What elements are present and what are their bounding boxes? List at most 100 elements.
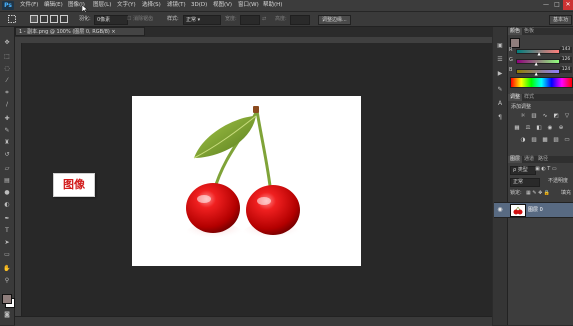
threshold-icon[interactable]: ▩ [540,136,550,144]
color-balance-icon[interactable]: ⚖ [523,124,533,132]
blue-slider-thumb[interactable]: ▲ [535,71,538,76]
close-tab-icon[interactable]: × [111,29,115,35]
document-tab[interactable]: 1 - 副本.png @ 100% (图层 0, RGB/8) × [15,27,145,36]
swap-icon[interactable]: ⇄ [262,15,266,23]
history-panel-icon[interactable]: ▣ [495,41,505,50]
dodge-tool-icon[interactable]: ◐ [2,200,12,209]
menu-layer[interactable]: 图层(L) [93,0,111,11]
eyedropper-icon[interactable]: ∕ [2,100,12,109]
lock-label: 锁定: [510,190,522,196]
path-select-icon[interactable]: ➤ [2,238,12,247]
feather-input[interactable]: 0像素 [94,15,128,25]
tab-swatches[interactable]: 色板 [522,28,536,35]
levels-icon[interactable]: ▥ [529,112,539,120]
green-track[interactable] [516,59,560,64]
menu-view[interactable]: 视图(V) [213,0,232,11]
menu-window[interactable]: 窗口(W) [238,0,259,11]
move-tool-icon[interactable]: ✥ [2,38,12,47]
menu-type[interactable]: 文字(Y) [117,0,136,11]
slider-green[interactable]: G ▲ 126 [508,57,573,66]
visibility-eye-icon[interactable]: ◉ [496,206,504,214]
hand-tool-icon[interactable]: ✋ [2,264,12,273]
refine-edge-button[interactable]: 调整边缘... [318,15,351,25]
close-window-button[interactable]: ✕ [563,0,573,10]
layer-thumbnail [510,204,526,217]
blur-tool-icon[interactable]: ● [2,188,12,197]
exposure-icon[interactable]: ◩ [551,112,561,120]
tab-paths[interactable]: 路径 [536,156,550,163]
menu-help[interactable]: 帮助(H) [263,0,282,11]
slider-red[interactable]: R ▲ 143 [508,47,573,56]
blue-value[interactable]: 124 [560,67,572,73]
tab-styles[interactable]: 样式 [522,94,536,101]
type-tool-icon[interactable]: T [2,226,12,235]
crop-tool-icon[interactable]: ⌗ [2,88,12,97]
photo-filter-icon[interactable]: ◉ [545,124,555,132]
maximize-button[interactable]: □ [552,0,562,10]
vibrance-icon[interactable]: ▽ [562,112,572,120]
shape-tool-icon[interactable]: ▭ [2,250,12,259]
marquee-tool-icon[interactable]: ⬚ [2,52,12,61]
character-panel-icon[interactable]: A [495,99,505,108]
layer-row[interactable]: ◉ 图层 0 [494,202,573,218]
brush-panel-icon[interactable]: ✎ [495,85,505,94]
antialias-checkbox[interactable]: ☐ 消除锯齿 [127,15,153,23]
green-slider-thumb[interactable]: ▲ [535,61,538,66]
gradient-map-icon[interactable]: ▭ [562,136,572,144]
document-canvas[interactable] [132,96,361,266]
filter-icons[interactable]: ▣ ◐ T ▭ [535,166,557,173]
fill-label: 填充 [561,190,572,196]
menu-select[interactable]: 选择(S) [142,0,161,11]
tab-color[interactable]: 颜色 [508,28,523,35]
clone-stamp-icon[interactable]: ♜ [2,138,12,147]
red-value[interactable]: 143 [560,47,572,53]
pen-tool-icon[interactable]: ✒ [2,214,12,223]
height-input[interactable] [290,15,310,25]
black-white-icon[interactable]: ◧ [534,124,544,132]
marquee-tool-icon[interactable] [8,15,16,23]
lock-icons[interactable]: ▦ ✎ ✥ 🔒 [526,190,550,197]
menu-edit[interactable]: 编辑(E) [44,0,63,11]
actions-panel-icon[interactable]: ▶ [495,69,505,78]
height-label: 高度: [275,16,287,22]
red-slider-thumb[interactable]: ▲ [538,51,541,56]
posterize-icon[interactable]: ▨ [529,136,539,144]
tab-layers[interactable]: 图层 [508,156,523,163]
tab-channels[interactable]: 通道 [522,156,536,163]
menu-3d[interactable]: 3D(D) [191,0,207,11]
quick-mask-icon[interactable]: ◙ [2,310,12,319]
selective-color-icon[interactable]: ▧ [551,136,561,144]
color-spectrum[interactable] [510,77,573,88]
workspace-button[interactable]: 基本功 [549,15,573,25]
blend-mode-select[interactable]: 正常 [510,178,540,187]
minimize-button[interactable]: — [541,0,551,10]
blue-track[interactable] [516,69,560,74]
menu-file[interactable]: 文件(F) [20,0,38,11]
history-brush-icon[interactable]: ↺ [2,150,12,159]
menu-filter[interactable]: 滤镜(T) [167,0,186,11]
paragraph-panel-icon[interactable]: ¶ [495,113,505,122]
lasso-tool-icon[interactable]: ◌ [2,64,12,73]
width-input[interactable] [240,15,260,25]
style-value: 正常 [186,17,197,23]
layer-filter-select[interactable]: ρ 类型 [510,166,536,175]
brightness-icon[interactable]: ☼ [518,112,528,120]
selection-mode-icons[interactable] [30,15,68,23]
foreground-color-swatch[interactable] [2,294,12,304]
eraser-tool-icon[interactable]: ▱ [2,164,12,173]
channel-mixer-icon[interactable]: ⊕ [556,124,566,132]
zoom-tool-icon[interactable]: ⚲ [2,276,12,285]
slider-blue[interactable]: B ▲ 124 [508,67,573,76]
green-value[interactable]: 126 [560,57,572,63]
brush-tool-icon[interactable]: ✎ [2,126,12,135]
healing-brush-icon[interactable]: ✚ [2,114,12,123]
tab-adjustments[interactable]: 调整 [508,94,523,101]
curves-icon[interactable]: ∿ [540,112,550,120]
hue-saturation-icon[interactable]: ▦ [512,124,522,132]
invert-icon[interactable]: ◑ [518,136,528,144]
style-select[interactable]: 正常 ▾ [183,15,221,25]
gradient-tool-icon[interactable]: ▤ [2,176,12,185]
layer-name[interactable]: 图层 0 [528,203,543,217]
quick-select-icon[interactable]: ⁄ [2,76,12,85]
properties-panel-icon[interactable]: ☰ [495,55,505,64]
